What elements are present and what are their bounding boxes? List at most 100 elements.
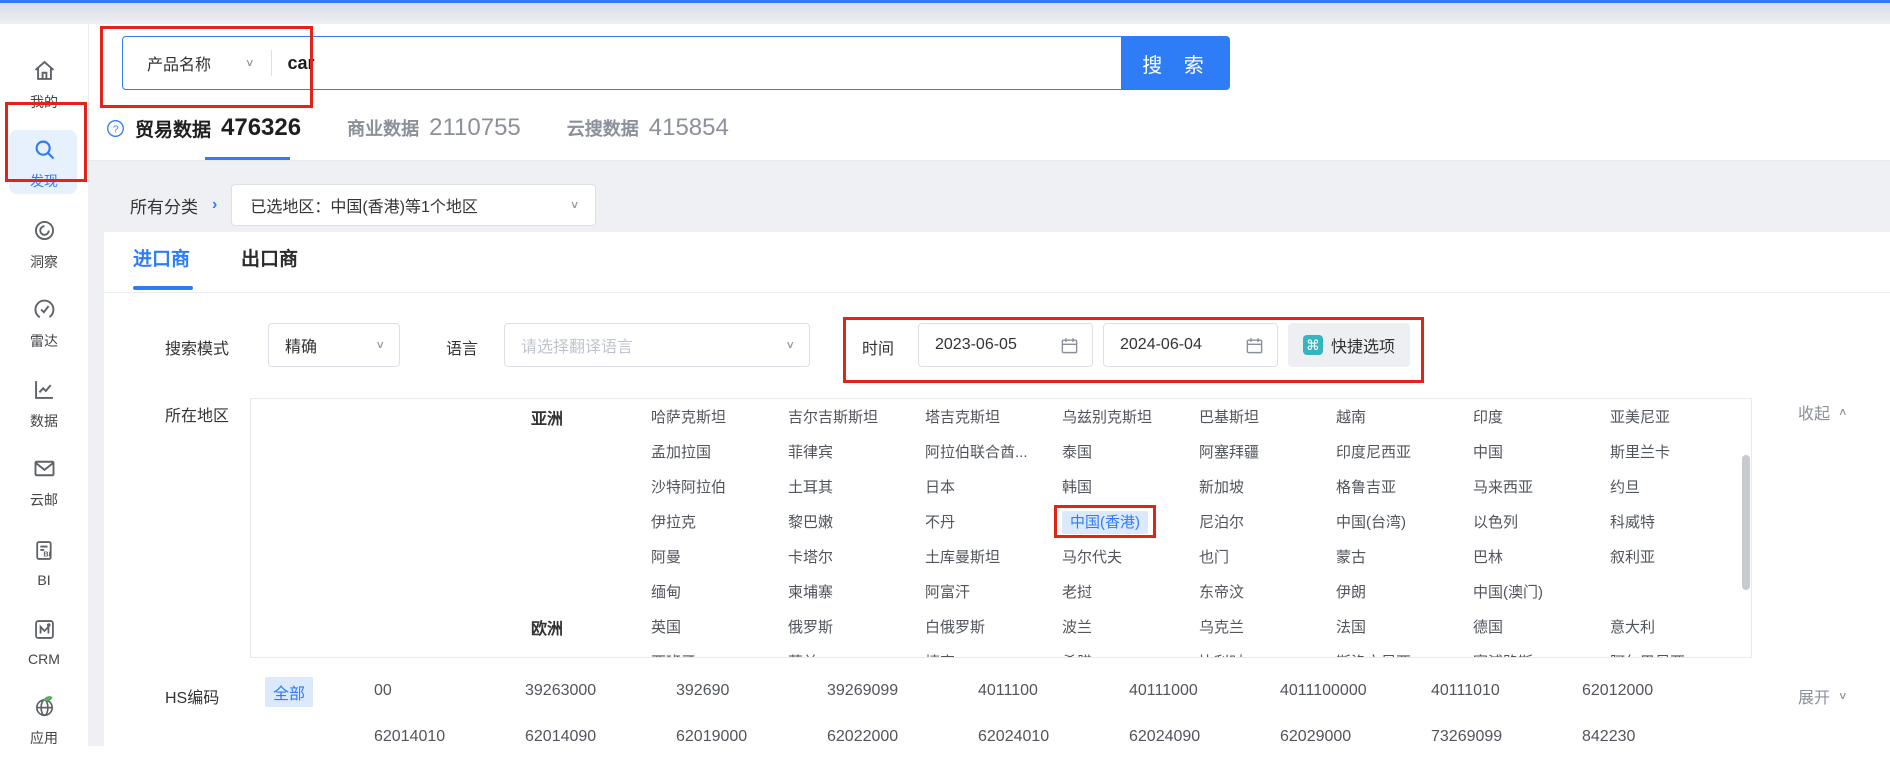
country-option-荷兰[interactable]: 荷兰 bbox=[788, 651, 925, 658]
stat-tab-云搜数据[interactable]: 云搜数据415854 bbox=[567, 114, 729, 142]
country-option-中国(澳门)[interactable]: 中国(澳门) bbox=[1473, 581, 1610, 602]
country-option-塞浦路斯[interactable]: 塞浦路斯 bbox=[1473, 651, 1610, 658]
country-option-乌兹别克斯坦[interactable]: 乌兹别克斯坦 bbox=[1062, 406, 1199, 427]
country-option-德国[interactable]: 德国 bbox=[1473, 616, 1610, 637]
country-option-沙特阿拉伯[interactable]: 沙特阿拉伯 bbox=[651, 476, 788, 497]
sidebar-item-CRM[interactable]: CRM bbox=[0, 612, 88, 670]
country-option-斯里兰卡[interactable]: 斯里兰卡 bbox=[1610, 441, 1747, 462]
country-option-新加坡[interactable]: 新加坡 bbox=[1199, 476, 1336, 497]
country-option-老挝[interactable]: 老挝 bbox=[1062, 581, 1199, 602]
tab-进口商[interactable]: 进口商 bbox=[133, 244, 190, 271]
expand-hs-link[interactable]: 展开 ∨ bbox=[1798, 684, 1848, 708]
sidebar-item-雷达[interactable]: 雷达 bbox=[0, 294, 88, 352]
country-option-伊拉克[interactable]: 伊拉克 bbox=[651, 511, 788, 532]
stat-tab-商业数据[interactable]: 商业数据2110755 bbox=[347, 114, 521, 142]
country-option-印度[interactable]: 印度 bbox=[1473, 406, 1610, 427]
country-option-英国[interactable]: 英国 bbox=[651, 616, 788, 637]
country-option-捷克[interactable]: 捷克 bbox=[925, 651, 1062, 658]
hs-code-option-62029000[interactable]: 62029000 bbox=[1280, 728, 1431, 746]
country-option-马尔代夫[interactable]: 马尔代夫 bbox=[1062, 546, 1199, 567]
hs-code-option-39263000[interactable]: 39263000 bbox=[525, 682, 676, 700]
sidebar-item-云邮[interactable]: 云邮 bbox=[0, 453, 88, 511]
country-option-孟加拉国[interactable]: 孟加拉国 bbox=[651, 441, 788, 462]
collapse-region-link[interactable]: 收起 ∧ bbox=[1798, 400, 1848, 424]
country-option-土耳其[interactable]: 土耳其 bbox=[788, 476, 925, 497]
search-category-select[interactable]: 产品名称 ∨ bbox=[123, 51, 271, 75]
country-option-波兰[interactable]: 波兰 bbox=[1062, 616, 1199, 637]
hs-code-option-39269099[interactable]: 39269099 bbox=[827, 682, 978, 700]
hs-code-option-62022000[interactable]: 62022000 bbox=[827, 728, 978, 746]
country-option-科威特[interactable]: 科威特 bbox=[1610, 511, 1747, 532]
country-option-阿富汗[interactable]: 阿富汗 bbox=[925, 581, 1062, 602]
country-option-亚美尼亚[interactable]: 亚美尼亚 bbox=[1610, 406, 1747, 427]
hs-code-option-4011100000[interactable]: 4011100000 bbox=[1280, 682, 1431, 700]
hs-code-option-62014010[interactable]: 62014010 bbox=[374, 728, 525, 746]
hs-code-option-62024090[interactable]: 62024090 bbox=[1129, 728, 1280, 746]
stat-tab-贸易数据[interactable]: ?贸易数据476326 bbox=[106, 114, 301, 142]
country-option-伊朗[interactable]: 伊朗 bbox=[1336, 581, 1473, 602]
country-option-叙利亚[interactable]: 叙利亚 bbox=[1610, 546, 1747, 567]
tab-出口商[interactable]: 出口商 bbox=[241, 244, 298, 271]
country-option-越南[interactable]: 越南 bbox=[1336, 406, 1473, 427]
country-option-阿塞拜疆[interactable]: 阿塞拜疆 bbox=[1199, 441, 1336, 462]
hs-code-option-392690[interactable]: 392690 bbox=[676, 682, 827, 700]
country-option-阿曼[interactable]: 阿曼 bbox=[651, 546, 788, 567]
country-option-卡塔尔[interactable]: 卡塔尔 bbox=[788, 546, 925, 567]
hs-code-option-62019000[interactable]: 62019000 bbox=[676, 728, 827, 746]
country-option-土库曼斯坦[interactable]: 土库曼斯坦 bbox=[925, 546, 1062, 567]
country-option-中国(台湾)[interactable]: 中国(台湾) bbox=[1336, 511, 1473, 532]
country-option-东帝汶[interactable]: 东帝汶 bbox=[1199, 581, 1336, 602]
country-option-黎巴嫩[interactable]: 黎巴嫩 bbox=[788, 511, 925, 532]
hs-code-option-40111000[interactable]: 40111000 bbox=[1129, 682, 1280, 700]
country-option-柬埔寨[interactable]: 柬埔寨 bbox=[788, 581, 925, 602]
country-option-俄罗斯[interactable]: 俄罗斯 bbox=[788, 616, 925, 637]
country-option-印度尼西亚[interactable]: 印度尼西亚 bbox=[1336, 441, 1473, 462]
hs-code-option-62014090[interactable]: 62014090 bbox=[525, 728, 676, 746]
country-option-西班牙[interactable]: 西班牙 bbox=[651, 651, 788, 658]
country-option-巴基斯坦[interactable]: 巴基斯坦 bbox=[1199, 406, 1336, 427]
hs-code-option-842230[interactable]: 842230 bbox=[1582, 728, 1733, 746]
search-mode-select[interactable]: 精确 ∨ bbox=[268, 323, 400, 367]
country-option-塔吉克斯坦[interactable]: 塔吉克斯坦 bbox=[925, 406, 1062, 427]
country-option-尼泊尔[interactable]: 尼泊尔 bbox=[1199, 511, 1336, 532]
hs-code-option-00[interactable]: 00 bbox=[374, 682, 525, 700]
country-option-泰国[interactable]: 泰国 bbox=[1062, 441, 1199, 462]
sidebar-item-应用[interactable]: 应用 bbox=[0, 691, 88, 749]
sidebar-item-数据[interactable]: 数据 bbox=[0, 374, 88, 432]
breadcrumb-all-categories[interactable]: 所有分类 bbox=[130, 193, 198, 218]
country-option-缅甸[interactable]: 缅甸 bbox=[651, 581, 788, 602]
country-option-法国[interactable]: 法国 bbox=[1336, 616, 1473, 637]
sidebar-item-我的[interactable]: 我的 bbox=[0, 55, 88, 113]
hs-code-option-62012000[interactable]: 62012000 bbox=[1582, 682, 1733, 700]
selected-country-chip[interactable]: 中国(香港) bbox=[1062, 511, 1148, 534]
date-start-input[interactable]: 2023-06-05 bbox=[918, 323, 1093, 367]
country-option-吉尔吉斯斯坦[interactable]: 吉尔吉斯斯坦 bbox=[788, 406, 925, 427]
country-option-约旦[interactable]: 约旦 bbox=[1610, 476, 1747, 497]
country-option-希腊[interactable]: 希腊 bbox=[1062, 651, 1199, 658]
search-button[interactable]: 搜 索 bbox=[1122, 36, 1230, 90]
country-option-阿尔巴尼亚[interactable]: 阿尔巴尼亚 bbox=[1610, 651, 1747, 658]
language-select[interactable]: 请选择翻译语言 ∨ bbox=[504, 323, 810, 367]
country-option-斯洛文尼亚[interactable]: 斯洛文尼亚 bbox=[1336, 651, 1473, 658]
country-option-哈萨克斯坦[interactable]: 哈萨克斯坦 bbox=[651, 406, 788, 427]
sidebar-item-洞察[interactable]: 洞察 bbox=[0, 215, 88, 273]
country-option-韩国[interactable]: 韩国 bbox=[1062, 476, 1199, 497]
country-option-马来西亚[interactable]: 马来西亚 bbox=[1473, 476, 1610, 497]
country-option-中国[interactable]: 中国 bbox=[1473, 441, 1610, 462]
selected-region-dropdown[interactable]: 已选地区：中国(香港)等1个地区 ∨ bbox=[231, 184, 596, 226]
sidebar-item-BI[interactable]: BIBI bbox=[0, 533, 88, 591]
sidebar-item-发现[interactable]: 发现 bbox=[0, 134, 88, 192]
hs-code-option-4011100[interactable]: 4011100 bbox=[978, 682, 1129, 700]
country-option-菲律宾[interactable]: 菲律宾 bbox=[788, 441, 925, 462]
hs-code-option-62024010[interactable]: 62024010 bbox=[978, 728, 1129, 746]
region-scrollbar[interactable] bbox=[1742, 455, 1750, 590]
quick-options-button[interactable]: ⌘ 快捷选项 bbox=[1288, 323, 1410, 367]
country-option-白俄罗斯[interactable]: 白俄罗斯 bbox=[925, 616, 1062, 637]
country-option-比利时[interactable]: 比利时 bbox=[1199, 651, 1336, 658]
country-option-蒙古[interactable]: 蒙古 bbox=[1336, 546, 1473, 567]
hs-code-option-73269099[interactable]: 73269099 bbox=[1431, 728, 1582, 746]
country-option-不丹[interactable]: 不丹 bbox=[925, 511, 1062, 532]
country-option-乌克兰[interactable]: 乌克兰 bbox=[1199, 616, 1336, 637]
country-option-日本[interactable]: 日本 bbox=[925, 476, 1062, 497]
country-option-巴林[interactable]: 巴林 bbox=[1473, 546, 1610, 567]
